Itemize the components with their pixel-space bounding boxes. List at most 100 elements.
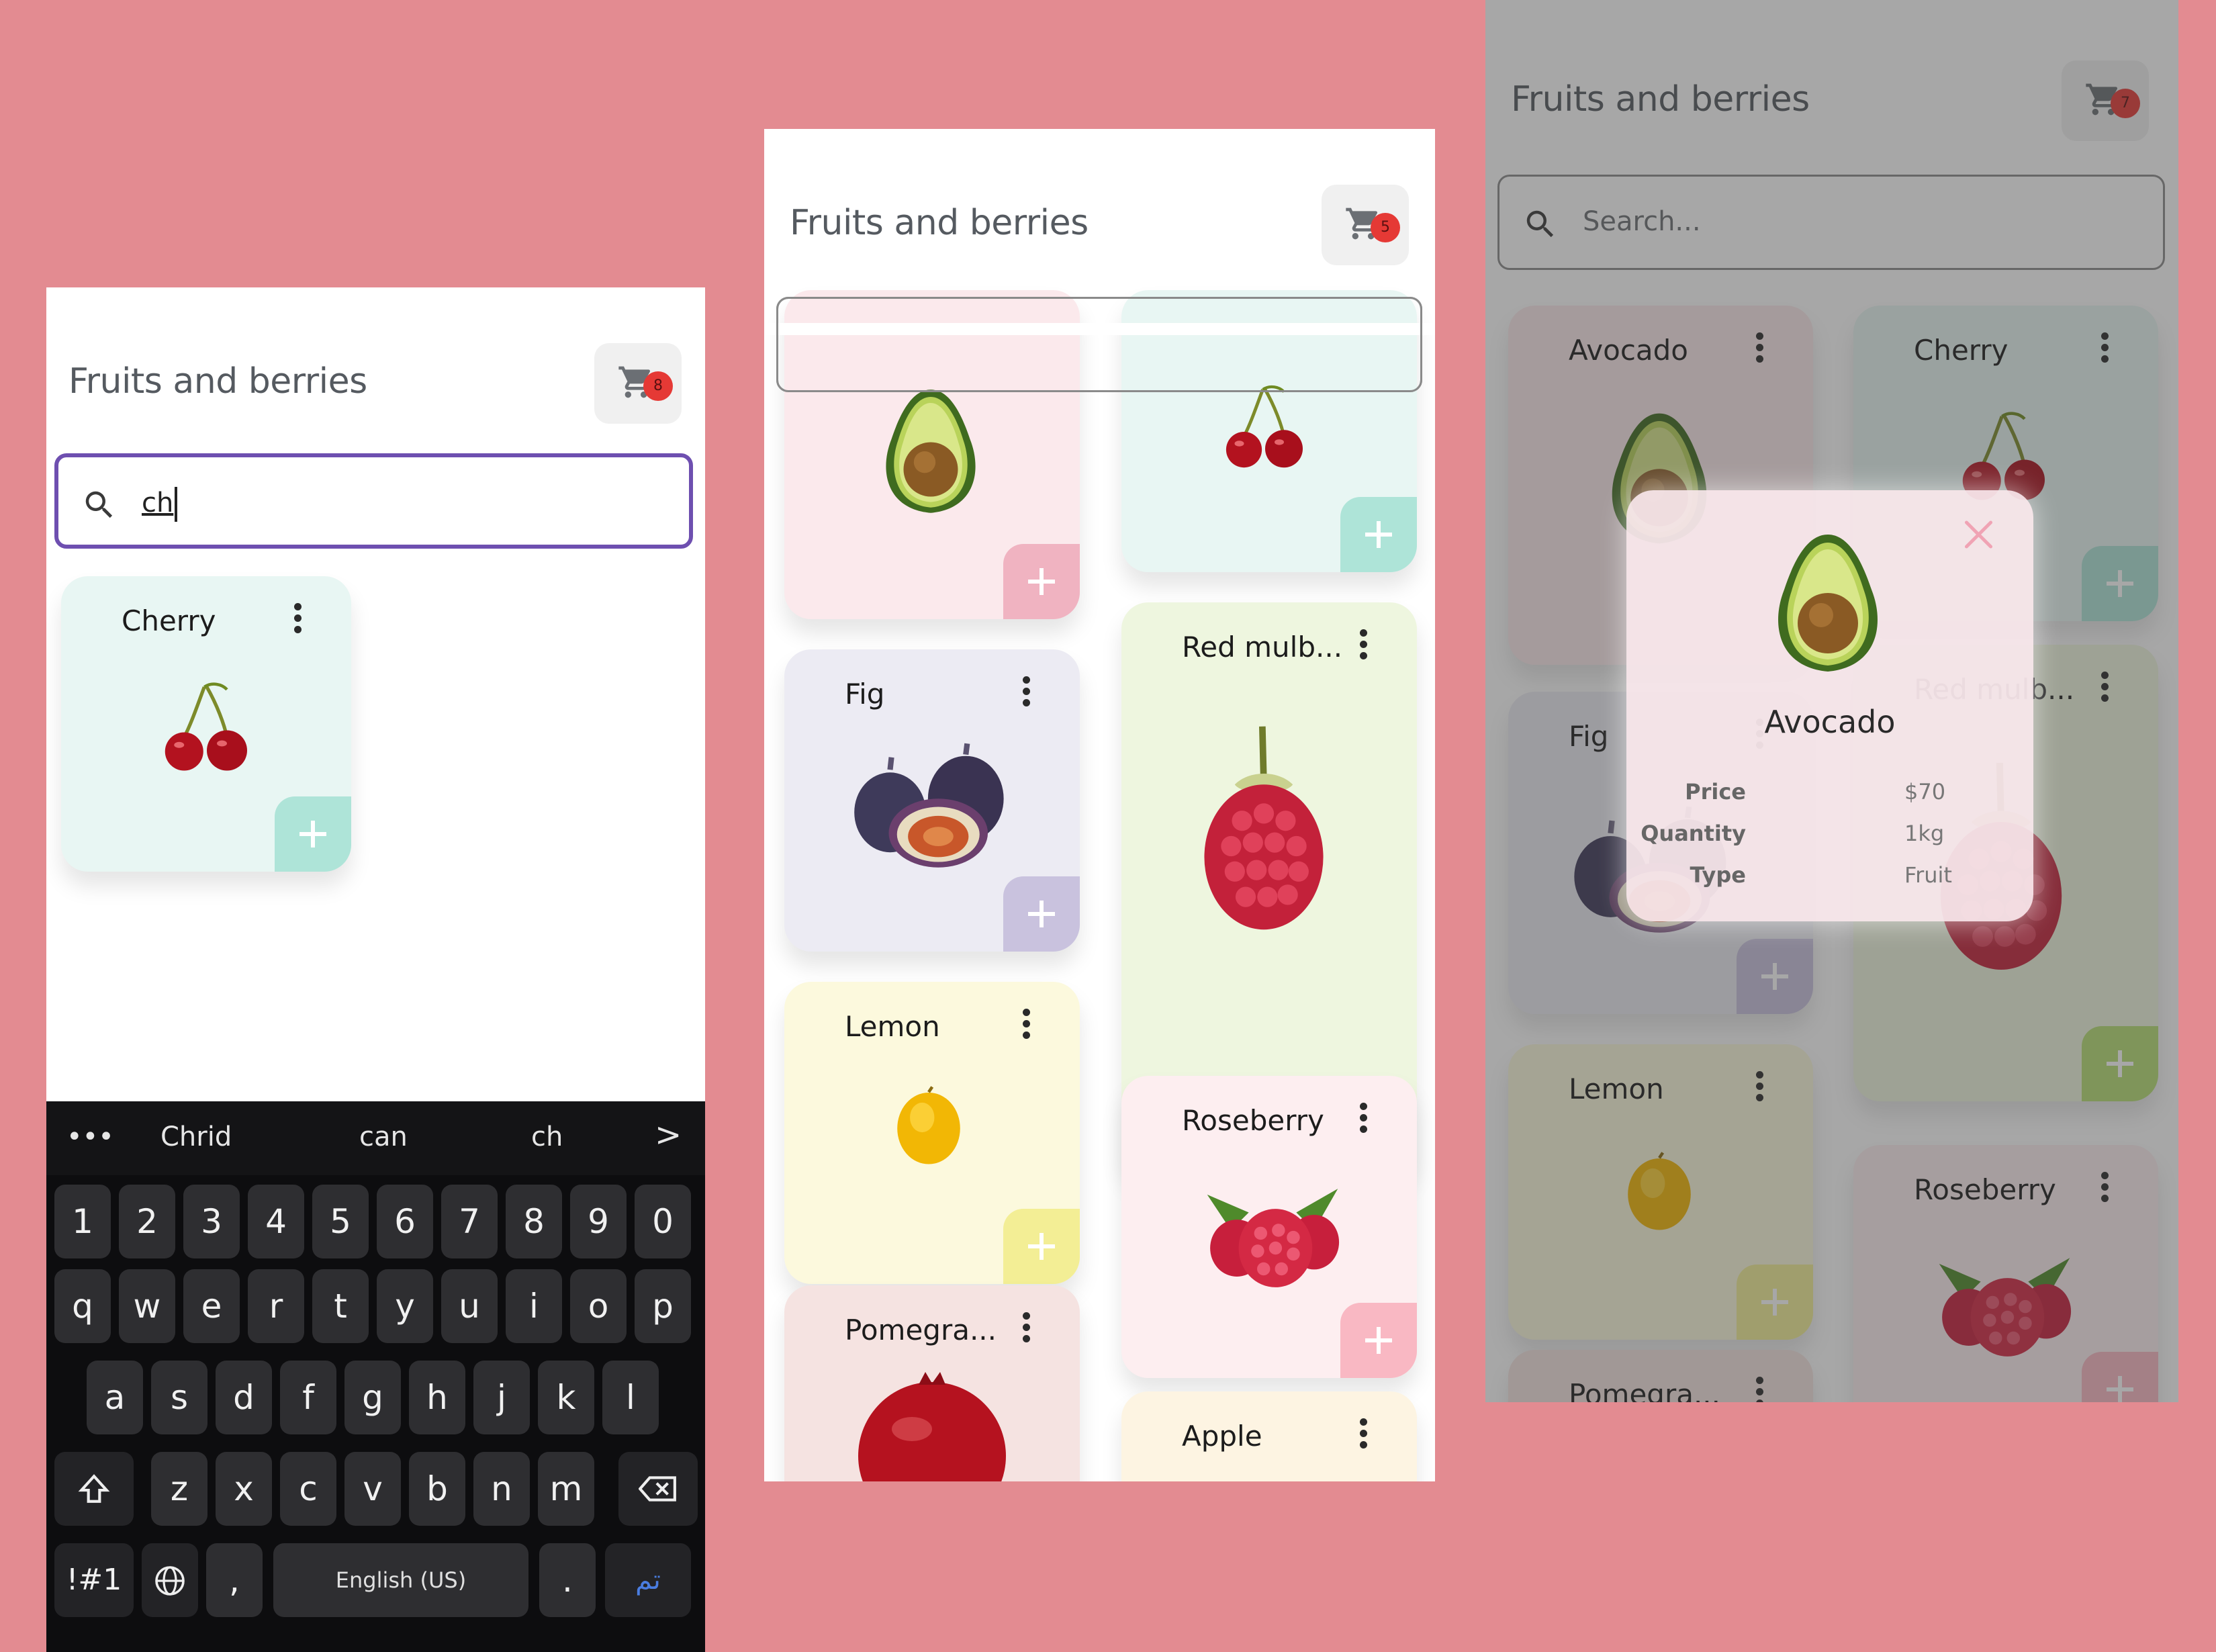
suggestion-1[interactable]: Chrid <box>160 1121 232 1152</box>
key-x[interactable]: x <box>216 1452 272 1526</box>
cart-button[interactable]: 8 <box>594 343 682 424</box>
key-p[interactable]: p <box>635 1269 691 1343</box>
key-q[interactable]: q <box>54 1269 111 1343</box>
cherry-image <box>156 677 257 778</box>
shift-key[interactable] <box>54 1452 134 1526</box>
add-to-cart-button[interactable] <box>1340 497 1417 572</box>
key-c[interactable]: c <box>280 1452 336 1526</box>
key-4[interactable]: 4 <box>248 1185 304 1258</box>
key-b[interactable]: b <box>409 1452 465 1526</box>
key-t[interactable]: t <box>312 1269 369 1343</box>
avocado-image <box>1761 522 1895 684</box>
screen-product-detail-modal: Fruits and berries 7 Search... Avocado C… <box>1485 0 2178 1402</box>
cart-count-badge: 5 <box>1371 213 1400 242</box>
detail-value: $70 <box>1904 779 1946 805</box>
symbols-key[interactable]: !#1 <box>54 1543 134 1617</box>
suggestion-2[interactable]: can <box>359 1121 408 1152</box>
space-key[interactable]: English (US) <box>273 1543 528 1617</box>
key-3[interactable]: 3 <box>183 1185 240 1258</box>
more-vert-icon[interactable] <box>1358 1100 1369 1138</box>
close-icon[interactable] <box>1962 518 1994 551</box>
product-name: Roseberry <box>1182 1104 1324 1137</box>
key-1[interactable]: 1 <box>54 1185 111 1258</box>
screen-search-results: Fruits and berries 8 ch Cherry ••• Chrid… <box>46 287 705 1652</box>
more-vert-icon[interactable] <box>1021 674 1031 711</box>
product-card[interactable]: Lemon <box>784 982 1080 1284</box>
roseberry-image <box>1195 1170 1350 1291</box>
key-8[interactable]: 8 <box>506 1185 562 1258</box>
modal-title: Avocado <box>1764 704 1896 740</box>
key-7[interactable]: 7 <box>441 1185 498 1258</box>
key-z[interactable]: z <box>151 1452 207 1526</box>
key-9[interactable]: 9 <box>570 1185 627 1258</box>
suggestion-3[interactable]: ch <box>531 1121 563 1152</box>
more-vert-icon[interactable] <box>1358 627 1369 664</box>
key-n[interactable]: n <box>473 1452 530 1526</box>
add-to-cart-button[interactable] <box>275 796 351 872</box>
key-k[interactable]: k <box>538 1361 594 1434</box>
key-d[interactable]: d <box>216 1361 272 1434</box>
product-card[interactable]: Apple <box>1121 1391 1417 1481</box>
comma-key[interactable]: , <box>206 1543 263 1617</box>
detail-value: Fruit <box>1904 862 1952 888</box>
key-o[interactable]: o <box>570 1269 627 1343</box>
product-card[interactable]: Fig <box>784 649 1080 952</box>
cart-count-badge: 8 <box>643 371 673 401</box>
product-name: Red mulb... <box>1182 631 1343 663</box>
product-card[interactable]: Pomegra... <box>784 1285 1080 1481</box>
key-6[interactable]: 6 <box>377 1185 433 1258</box>
product-card[interactable]: Roseberry <box>1121 1076 1417 1378</box>
key-5[interactable]: 5 <box>312 1185 369 1258</box>
lemon-image <box>885 1083 972 1170</box>
key-f[interactable]: f <box>280 1361 336 1434</box>
more-vert-icon[interactable] <box>1021 1310 1031 1347</box>
more-vert-icon[interactable] <box>1021 1006 1031 1044</box>
red-mulberry-image <box>1191 687 1336 969</box>
key-e[interactable]: e <box>183 1269 240 1343</box>
key-r[interactable]: r <box>248 1269 304 1343</box>
screen-product-grid: Fruits and berries 5 Search... Fig Red m… <box>764 129 1435 1481</box>
page-title: Fruits and berries <box>68 361 367 402</box>
key-u[interactable]: u <box>441 1269 498 1343</box>
search-icon <box>81 487 118 523</box>
add-to-cart-button[interactable] <box>1003 1209 1080 1284</box>
period-key[interactable]: . <box>539 1543 596 1617</box>
key-g[interactable]: g <box>344 1361 401 1434</box>
chevron-right-icon[interactable]: > <box>655 1116 682 1154</box>
key-v[interactable]: v <box>344 1452 401 1526</box>
language-key[interactable] <box>142 1543 198 1617</box>
key-0[interactable]: 0 <box>635 1185 691 1258</box>
key-w[interactable]: w <box>119 1269 175 1343</box>
add-to-cart-button[interactable] <box>1003 876 1080 952</box>
key-h[interactable]: h <box>409 1361 465 1434</box>
enter-key[interactable]: تم <box>605 1543 691 1617</box>
detail-label: Type <box>1690 862 1747 888</box>
key-s[interactable]: s <box>151 1361 207 1434</box>
key-m[interactable]: m <box>538 1452 594 1526</box>
add-to-cart-button[interactable] <box>1003 544 1080 619</box>
key-2[interactable]: 2 <box>119 1185 175 1258</box>
more-vert-icon[interactable] <box>292 600 303 638</box>
key-i[interactable]: i <box>506 1269 562 1343</box>
key-j[interactable]: j <box>473 1361 530 1434</box>
product-name: Pomegra... <box>845 1314 997 1346</box>
add-to-cart-button[interactable] <box>1340 1303 1417 1378</box>
backspace-icon <box>639 1476 676 1502</box>
detail-value: 1kg <box>1904 821 1945 846</box>
shift-icon <box>78 1474 110 1503</box>
more-vert-icon[interactable] <box>1358 1416 1369 1453</box>
product-name: Cherry <box>122 604 216 637</box>
suggestion-bar: ••• Chrid can ch > <box>46 1101 705 1175</box>
product-detail-modal: Avocado Price $70 Quantity 1kg Type Frui… <box>1626 490 2033 921</box>
backspace-key[interactable] <box>618 1452 698 1526</box>
search-input-value: ch <box>142 487 178 522</box>
key-l[interactable]: l <box>602 1361 659 1434</box>
product-card[interactable]: Cherry <box>61 576 351 872</box>
search-input[interactable]: ch <box>54 453 693 549</box>
more-options-button[interactable]: ••• <box>66 1121 114 1152</box>
key-a[interactable]: a <box>87 1361 143 1434</box>
detail-label: Quantity <box>1641 821 1746 846</box>
cart-button[interactable]: 5 <box>1322 185 1409 265</box>
key-y[interactable]: y <box>377 1269 433 1343</box>
avocado-image <box>870 384 991 518</box>
